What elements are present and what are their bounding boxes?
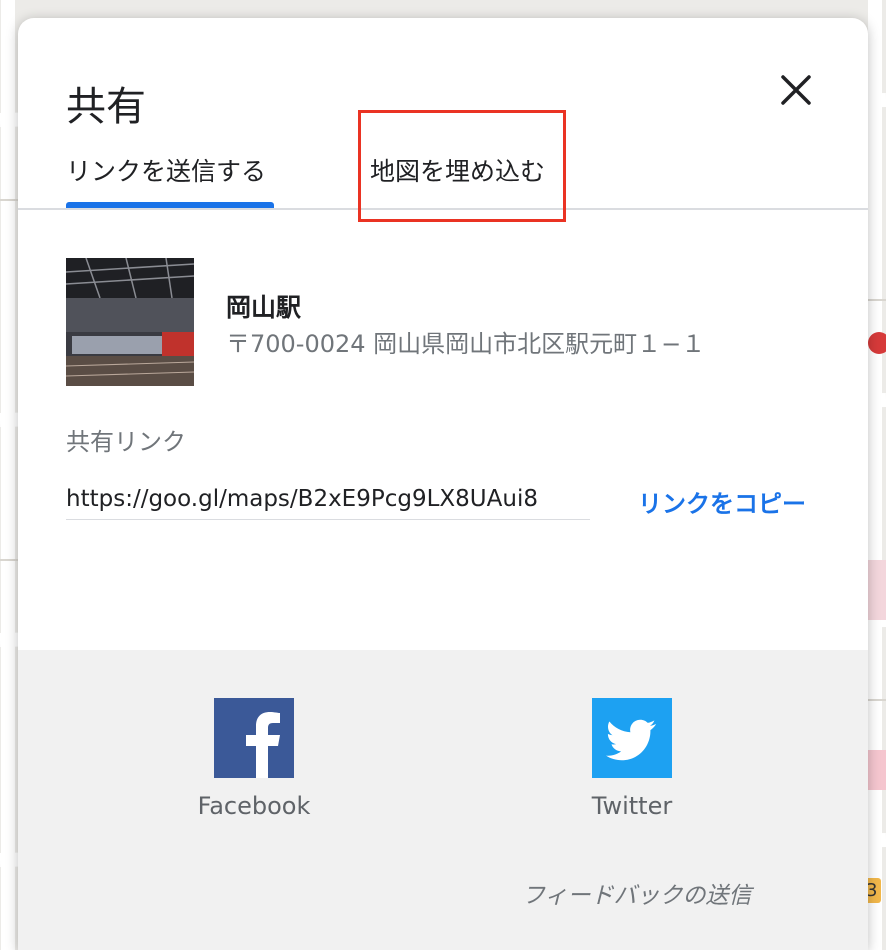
close-icon bbox=[781, 75, 811, 105]
place-address: 〒700-0024 岡山県岡山市北区駅元町１−１ bbox=[226, 330, 706, 358]
facebook-icon bbox=[214, 698, 294, 778]
station-photo-image bbox=[66, 258, 194, 386]
send-feedback-link[interactable]: フィードバックの送信 bbox=[522, 876, 752, 910]
close-button[interactable] bbox=[774, 68, 818, 112]
share-link-label: 共有リンク bbox=[66, 428, 186, 456]
place-photo bbox=[66, 258, 194, 386]
copy-link-button[interactable]: リンクをコピー bbox=[638, 484, 806, 519]
facebook-share-button[interactable]: Facebook bbox=[174, 650, 334, 820]
tab-send-link[interactable]: リンクを送信する bbox=[66, 152, 276, 208]
facebook-label: Facebook bbox=[197, 792, 311, 820]
twitter-icon bbox=[592, 698, 672, 778]
dialog-title: 共有 bbox=[66, 84, 146, 130]
twitter-share-button[interactable]: Twitter bbox=[552, 650, 712, 820]
share-link-input[interactable] bbox=[66, 478, 590, 520]
annotation-highlight-box bbox=[358, 110, 566, 222]
map-pin-icon bbox=[868, 332, 886, 354]
twitter-label: Twitter bbox=[591, 792, 673, 820]
share-dialog: 共有 リンクを送信する 地図を埋め込む 岡山駅 〒700-0024 岡山県岡山市… bbox=[18, 18, 868, 950]
tab-send-link-label: リンクを送信する bbox=[66, 157, 267, 186]
place-name: 岡山駅 bbox=[226, 293, 302, 322]
social-share-area: Facebook Twitter フィードバックの送信 bbox=[18, 650, 868, 950]
